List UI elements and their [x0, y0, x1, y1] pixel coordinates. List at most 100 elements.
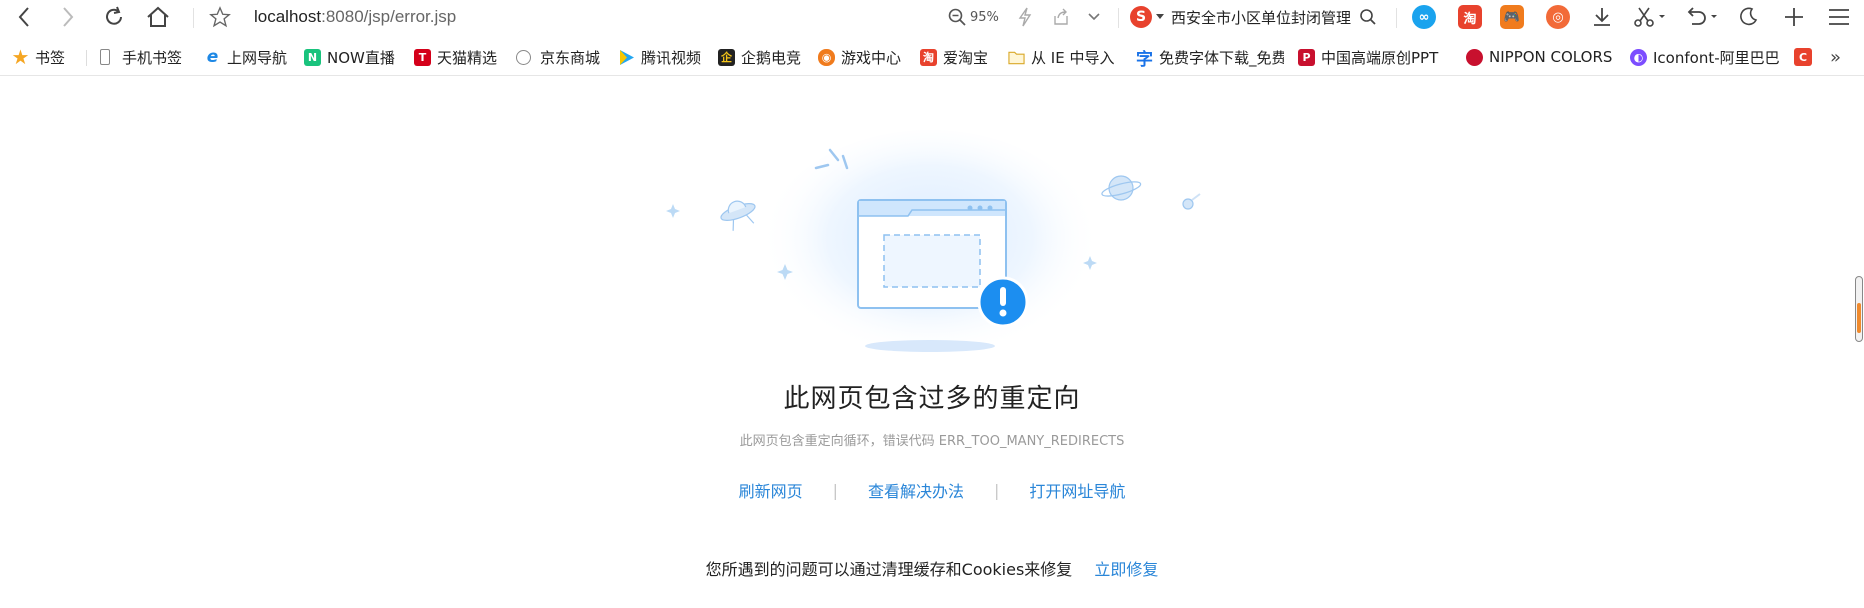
ie-icon: e [206, 47, 219, 67]
view-solution-link[interactable]: 查看解决办法 [868, 478, 964, 502]
bookmark-label: NOW直播 [327, 48, 395, 67]
undo-close-button[interactable] [1684, 0, 1722, 34]
browser-toolbar: localhost:8080/jsp/error.jsp 95% S 西安全市小… [0, 0, 1864, 34]
back-arrow-icon [18, 7, 29, 27]
bookmark-item[interactable]: 腾讯视频 [618, 40, 712, 74]
taobao-extension-icon[interactable]: 淘 [1458, 5, 1482, 29]
new-tab-button[interactable] [1782, 0, 1806, 34]
error-title: 此网页包含过多的重定向 [783, 384, 1081, 414]
bookmark-item[interactable]: ◉ 游戏中心 [818, 40, 910, 74]
bookmark-item[interactable]: T 天猫精选 [414, 40, 506, 74]
undo-icon [1687, 7, 1717, 25]
bookmark-label: 上网导航 [227, 48, 288, 67]
bookmark-item-folder[interactable]: ★ 书签 [12, 40, 78, 74]
fix-text: 您所遇到的问题可以通过清理缓存和Cookies来修复 [705, 560, 1073, 579]
url-path: :8080/jsp/error.jsp [321, 7, 457, 26]
bookmark-label: 京东商城 [540, 48, 601, 67]
infinity-extension-icon[interactable]: ∞ [1412, 5, 1436, 29]
penguin-esports-icon: 企 [718, 48, 735, 66]
toolbar-divider [1118, 8, 1119, 28]
bookmark-item[interactable]: N NOW直播 [304, 40, 404, 74]
home-button[interactable] [144, 0, 172, 34]
side-scrollbar[interactable] [1855, 276, 1863, 342]
scrollbar-thumb[interactable] [1857, 303, 1861, 333]
folder-icon [1008, 49, 1025, 66]
plus-icon [1785, 8, 1803, 26]
bookmark-label: 游戏中心 [841, 48, 902, 67]
phone-icon [100, 49, 110, 65]
bookmark-item[interactable]: 京东商城 [516, 40, 608, 74]
ufo-icon [720, 200, 756, 231]
moon-icon [1740, 7, 1758, 26]
refresh-page-link[interactable]: 刷新网页 [739, 478, 803, 502]
ppt-brand-icon: P [1298, 48, 1315, 66]
speed-mode-button[interactable] [1014, 0, 1036, 34]
bookmark-item[interactable]: 字 免费字体下载_免费 [1136, 40, 1284, 74]
red-dot-icon [1466, 48, 1483, 66]
reload-button[interactable] [100, 0, 128, 34]
bookmark-label: Iconfont-阿里巴巴 [1653, 48, 1780, 67]
bookmark-label: 天猫精选 [437, 48, 498, 67]
screenshot-button[interactable] [1632, 0, 1670, 34]
error-actions: 刷新网页 | 查看解决办法 | 打开网址导航 [0, 478, 1864, 502]
bookmark-item[interactable]: ◐ Iconfont-阿里巴巴 [1630, 40, 1782, 74]
bookmarks-overflow-button[interactable]: » [1830, 40, 1850, 74]
search-text: 西安全市小区单位封闭管理 [1171, 8, 1352, 27]
search-box[interactable]: S 西安全市小区单位封闭管理 [1130, 0, 1377, 34]
bookmark-label: NIPPON COLORS [1489, 48, 1613, 66]
bookmarks-bar: ★ 书签 手机书签 e 上网导航 N NOW直播 T 天猫精选 京东商城 腾讯视… [0, 40, 1864, 76]
tmall-icon: T [414, 48, 431, 66]
address-bar[interactable]: localhost:8080/jsp/error.jsp [254, 6, 456, 28]
bookmark-item[interactable]: 淘 爱淘宝 [920, 40, 994, 74]
bookmark-item[interactable]: e 上网导航 [204, 40, 300, 74]
double-chevron-right-icon: » [1830, 46, 1842, 68]
zoom-icon [948, 8, 966, 26]
bookmark-label: 腾讯视频 [641, 48, 702, 67]
address-dropdown-button[interactable] [1084, 0, 1104, 34]
share-icon [1054, 8, 1068, 25]
bookmark-item[interactable]: C [1794, 40, 1816, 74]
bookmark-label: 中国高端原创PPT [1321, 48, 1439, 67]
action-divider: | [832, 480, 838, 500]
toolbar-divider [1396, 8, 1397, 28]
scissors-icon [1634, 7, 1665, 27]
globe-icon [516, 49, 531, 65]
share-button[interactable] [1050, 0, 1072, 34]
download-icon [1594, 8, 1610, 26]
planet-icon [1101, 175, 1142, 201]
bookmark-star-button[interactable] [208, 0, 232, 34]
fix-suggestion: 您所遇到的问题可以通过清理缓存和Cookies来修复 立即修复 [0, 556, 1864, 580]
fix-now-link[interactable]: 立即修复 [1094, 556, 1158, 580]
gamepad-icon: ◉ [818, 48, 835, 66]
download-button[interactable] [1590, 0, 1614, 34]
bookmark-label: 企鹅电竞 [741, 48, 802, 67]
bookmark-item-mobile[interactable]: 手机书签 [100, 40, 192, 74]
gamepad-extension-icon[interactable]: 🎮 [1500, 5, 1524, 29]
zoom-indicator[interactable]: 95% [948, 0, 999, 34]
toolbar-divider [193, 8, 194, 28]
bookmark-item[interactable]: 从 IE 中导入 [1008, 40, 1122, 74]
bookmark-item[interactable]: P 中国高端原创PPT [1298, 40, 1448, 74]
forward-button[interactable] [56, 0, 80, 34]
exclamation-badge-icon [977, 276, 1029, 328]
c-brand-icon: C [1794, 48, 1812, 66]
search-icon[interactable] [1359, 8, 1377, 26]
bookmark-divider [86, 50, 87, 66]
font-icon: 字 [1136, 49, 1153, 70]
menu-button[interactable] [1826, 0, 1852, 34]
home-icon [147, 6, 169, 27]
caret-down-icon [1156, 14, 1164, 19]
url-host: localhost [254, 7, 322, 26]
night-mode-button[interactable] [1736, 0, 1760, 34]
open-url-nav-link[interactable]: 打开网址导航 [1029, 478, 1125, 502]
bookmark-item[interactable]: 企 企鹅电竞 [718, 40, 808, 74]
action-divider: | [994, 480, 1000, 500]
bookmark-item[interactable]: NIPPON COLORS [1466, 40, 1614, 74]
tencent-video-icon [618, 49, 635, 66]
back-button[interactable] [12, 0, 36, 34]
ubuntu-extension-icon[interactable]: ◎ [1546, 5, 1570, 29]
sogou-search-icon: S [1130, 6, 1152, 28]
error-description: 此网页包含重定向循环，错误代码 ERR_TOO_MANY_REDIRECTS [739, 434, 1125, 449]
comet-icon [1182, 193, 1201, 210]
bookmark-label: 从 IE 中导入 [1031, 48, 1115, 67]
